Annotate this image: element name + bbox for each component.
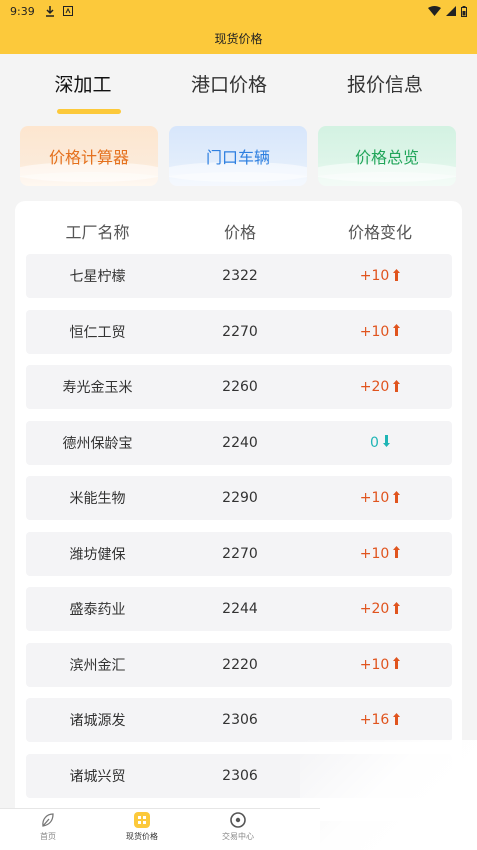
price-value: 2322 [222,268,258,284]
table-row[interactable]: 潍坊健保 2270 +10 [26,531,452,576]
price-change-value: +10 [359,268,390,284]
signal-icon [446,6,456,16]
tab-port-price[interactable]: 港口价格 [169,70,289,97]
price-change-cell: +10 [315,310,445,354]
download-icon [45,5,54,17]
factory-name: 恒仁工贸 [69,324,126,341]
price-value: 2270 [222,545,258,562]
tab-deep-processing[interactable]: 深加工 [23,70,143,97]
gate-vehicles-button[interactable]: 门口车辆 [169,126,307,186]
price-value: 2270 [222,323,258,340]
factory-name: 诸城兴贸 [69,768,126,785]
battery-icon [461,5,467,17]
nav-home[interactable]: 首页 [8,811,88,842]
arrow-up-icon [393,324,401,339]
nav-trade-center-label: 交易中心 [222,832,254,841]
table-row[interactable]: 寿光金玉米 2260 +20 [26,365,452,409]
price-change-cell: 0 [315,421,445,465]
trade-icon [230,812,246,828]
arrow-up-icon [393,379,401,395]
status-bar: 9:39 [0,0,477,22]
price-table: 工厂名称 价格 价格变化 七星柠檬 2322 +10 恒仁工贸 2270 +10 寿光金玉米… [15,201,462,821]
price-value: 2306 [222,712,258,728]
factory-name: 寿光金玉米 [62,380,133,396]
factory-name: 米能生物 [69,491,126,507]
bottom-nav: 首页 现货价格 交易中心 [0,808,320,850]
table-header: 工厂名称 价格 价格变化 [15,219,462,243]
factory-name: 七星柠檬 [69,269,126,285]
price-change-cell: +10 [315,643,445,687]
factory-name: 滨州金汇 [69,657,126,674]
gate-vehicles-label: 门口车辆 [205,148,270,167]
tab-quote-info[interactable]: 报价信息 [325,70,445,97]
nav-spot-price[interactable]: 现货价格 [102,811,182,842]
price-value: 2220 [222,656,258,673]
arrow-up-icon [393,601,401,617]
header-price-change: 价格变化 [347,223,412,242]
price-change-cell: +16 [315,698,445,742]
factory-name: 潍坊健保 [69,546,126,563]
price-change-cell: +10 [315,476,445,520]
table-row[interactable]: 德州保龄宝 2240 0 [26,420,452,465]
leaf-icon [42,813,54,827]
table-row[interactable]: 滨州金汇 2220 +10 [26,642,452,687]
app-notification-icon [62,6,73,16]
table-row[interactable]: 七星柠檬 2322 +10 [26,254,452,298]
nav-trade-center[interactable]: 交易中心 [198,811,278,842]
page-title: 现货价格 [214,31,263,46]
wifi-icon [428,6,441,16]
factory-name: 盛泰药业 [69,602,126,618]
active-tab-indicator [57,109,121,114]
scroll-fade-overlay [300,740,477,850]
table-row[interactable]: 诸城源发 2306 +16 [26,698,452,742]
price-change-cell: +10 [315,532,445,576]
table-row[interactable]: 米能生物 2290 +10 [26,476,452,520]
price-change-cell: +20 [315,365,445,409]
table-row[interactable]: 盛泰药业 2244 +20 [26,587,452,631]
price-change-value: +10 [359,490,390,506]
price-change-value: +10 [359,323,390,340]
app-bar: 现货价格 [0,22,477,54]
header-price: 价格 [223,223,256,242]
price-change-value: +16 [359,712,390,728]
arrow-down-icon [382,435,390,450]
price-calculator-button[interactable]: 价格计算器 [20,126,158,186]
factory-name: 诸城源发 [69,713,126,729]
price-change-value: +20 [359,601,390,617]
status-time: 9:39 [10,4,35,18]
arrow-up-icon [393,546,401,561]
arrow-up-icon [393,490,401,506]
arrow-up-icon [393,712,401,728]
arrow-up-icon [393,657,401,672]
price-value: 2244 [222,601,258,617]
nav-home-label: 首页 [40,832,56,841]
price-change-cell: +10 [315,254,445,298]
price-change-value: +10 [359,545,390,562]
table-row[interactable]: 恒仁工贸 2270 +10 [26,309,452,354]
price-change-value: 0 [370,434,379,451]
price-icon [134,812,150,828]
nav-spot-price-label: 现货价格 [126,832,158,841]
price-calculator-label: 价格计算器 [48,148,129,167]
price-value: 2260 [222,379,258,395]
arrow-up-icon [393,268,401,284]
price-overview-button[interactable]: 价格总览 [318,126,456,186]
header-factory-name: 工厂名称 [65,223,130,242]
price-value: 2240 [222,434,258,451]
price-change-cell: +20 [315,587,445,631]
price-change-value: +10 [359,656,390,673]
factory-name: 德州保龄宝 [62,435,133,452]
price-overview-label: 价格总览 [354,148,419,167]
price-value: 2306 [222,767,258,784]
price-value: 2290 [222,490,258,506]
price-change-value: +20 [359,379,390,395]
